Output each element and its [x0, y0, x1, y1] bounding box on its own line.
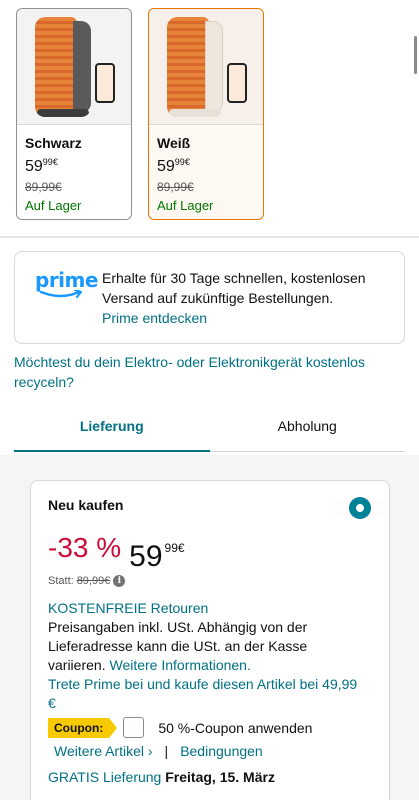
more-items-link[interactable]: Weitere Artikel ›	[54, 743, 153, 759]
prime-discover-link[interactable]: Prime entdecken	[102, 310, 207, 326]
free-delivery-link[interactable]: GRATIS Lieferung	[48, 769, 161, 785]
list-price: Statt: 89,99€ i	[48, 575, 126, 587]
variant-stock: Auf Lager	[25, 198, 82, 213]
variant-selector: Schwarz 5999€ 89,99€ Auf Lager Weiß 5999…	[16, 8, 264, 220]
section-divider	[0, 236, 419, 238]
offer-price: 59 99€	[129, 540, 185, 573]
phone-app-illustration	[227, 63, 247, 103]
tab-lieferung[interactable]: Lieferung	[14, 408, 210, 452]
more-info-link[interactable]: Weitere Informationen.	[109, 657, 250, 673]
coupon-links: Weitere Artikel › | Bedingungen	[54, 743, 263, 759]
buy-new-offer-card[interactable]: Neu kaufen -33 % 59 99€ Statt: 89,99€ i K…	[30, 480, 390, 800]
price-row: -33 % 59 99€	[48, 531, 185, 574]
heater-illustration	[167, 17, 223, 117]
variant-price: 5999€	[25, 157, 58, 175]
variant-card-weiss[interactable]: Weiß 5999€ 89,99€ Auf Lager	[148, 8, 264, 220]
variant-card-schwarz[interactable]: Schwarz 5999€ 89,99€ Auf Lager	[16, 8, 132, 220]
variant-old-price: 89,99€	[25, 180, 62, 194]
prime-offer-link[interactable]: Trete Prime bei und kaufe diesen Artikel…	[48, 675, 358, 713]
variant-old-price: 89,99€	[157, 180, 194, 194]
tab-abholung[interactable]: Abholung	[209, 408, 405, 452]
prime-promo-box[interactable]: prime Erhalte für 30 Tage schnellen, kos…	[14, 251, 405, 344]
variant-name: Schwarz	[25, 135, 82, 151]
heater-illustration	[35, 17, 91, 117]
product-image	[149, 9, 263, 125]
phone-app-illustration	[95, 63, 115, 103]
variant-price: 5999€	[157, 157, 190, 175]
prime-logo: prime	[35, 268, 98, 299]
coupon-checkbox[interactable]	[123, 717, 145, 738]
offer-details: KOSTENFREIE Retouren Preisangaben inkl. …	[48, 599, 358, 713]
delivery-info: GRATIS Lieferung Freitag, 15. März	[48, 769, 275, 785]
recycle-link[interactable]: Möchtest du dein Elektro- oder Elektroni…	[14, 352, 410, 392]
variant-name: Weiß	[157, 135, 191, 151]
product-image	[17, 9, 131, 125]
prime-smile-icon	[39, 290, 83, 299]
coupon-label[interactable]: 50 %-Coupon anwenden	[158, 720, 312, 736]
conditions-link[interactable]: Bedingungen	[180, 743, 263, 759]
vat-notice: Preisangaben inkl. USt. Abhängig von der…	[48, 619, 308, 673]
offer-title: Neu kaufen	[48, 497, 124, 513]
variant-stock: Auf Lager	[157, 198, 214, 213]
scrollbar[interactable]	[414, 36, 417, 74]
fulfillment-tabs: Lieferung Abholung	[14, 408, 405, 452]
coupon-row: Coupon: 50 %-Coupon anwenden	[48, 717, 312, 738]
old-price: 89,99€	[76, 575, 111, 587]
offer-radio-selected[interactable]	[349, 497, 371, 519]
info-icon[interactable]: i	[113, 575, 126, 587]
discount-percentage: -33 %	[48, 532, 122, 563]
link-separator: |	[164, 743, 169, 759]
coupon-badge: Coupon:	[48, 717, 118, 738]
prime-text: Erhalte für 30 Tage schnellen, kostenlos…	[102, 270, 366, 306]
free-returns-link[interactable]: KOSTENFREIE Retouren	[48, 599, 358, 618]
delivery-date: Freitag, 15. März	[165, 769, 275, 785]
